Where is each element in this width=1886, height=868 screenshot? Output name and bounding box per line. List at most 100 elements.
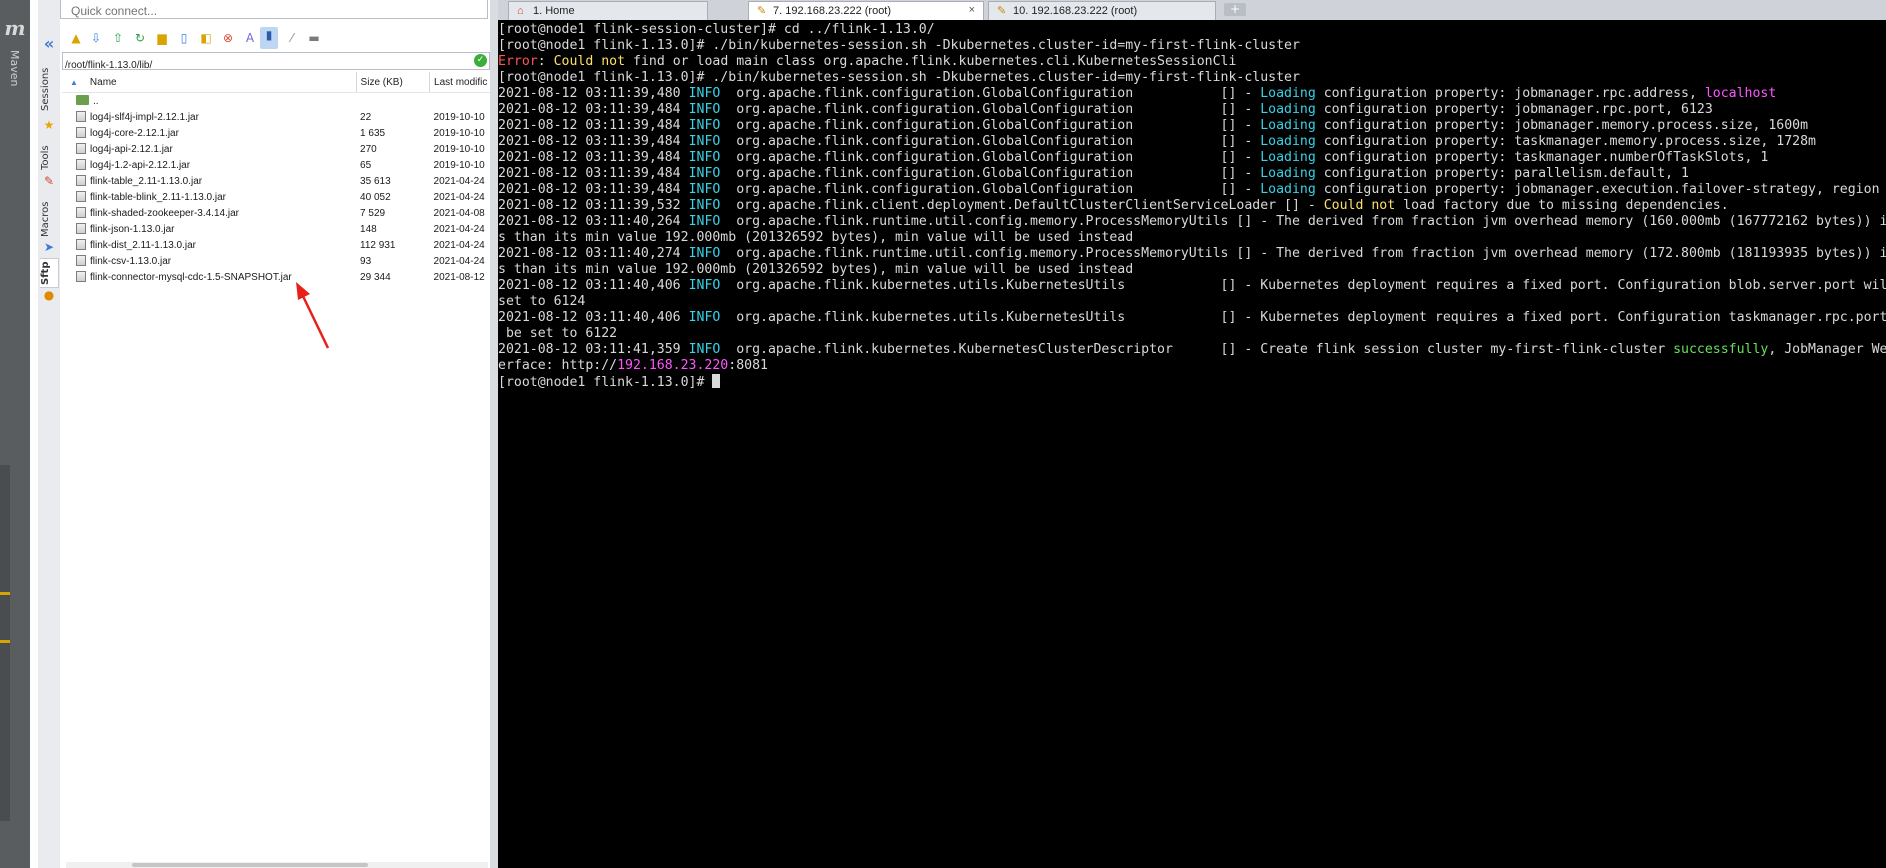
terminal-line: 2021-08-12 03:11:39,484 INFO org.apache.… xyxy=(498,134,1816,149)
file-size-cell: 22 xyxy=(360,111,372,123)
jar-file-icon xyxy=(76,207,86,218)
path-input[interactable] xyxy=(63,58,445,73)
file-row[interactable]: log4j-1.2-api-2.12.1.jar 65 2019-10-10 xyxy=(62,157,490,173)
panel-splitter[interactable] xyxy=(490,0,498,868)
file-name-cell: flink-shaded-zookeeper-3.4.14.jar xyxy=(62,205,356,221)
new-tab-button[interactable]: + xyxy=(1224,3,1246,16)
horizontal-scrollbar[interactable] xyxy=(66,862,488,868)
tab-sessions[interactable]: Sessions xyxy=(40,64,58,114)
new-folder-icon[interactable]: ▆ xyxy=(154,30,170,46)
maven-tool-window-label[interactable]: Maven xyxy=(8,50,21,86)
terminal-text-segment: 2021-08-12 03:11:39,532 xyxy=(498,198,689,213)
tab-session-10[interactable]: ✎ 10. 192.168.23.222 (root) xyxy=(988,1,1216,20)
terminal-text-segment: INFO xyxy=(688,278,721,293)
parent-folder-icon xyxy=(76,95,89,105)
tab-sftp[interactable]: Sftp xyxy=(40,258,59,288)
terminal-text-segment: [root@node1 flink-session-cluster]# cd .… xyxy=(498,22,935,37)
file-row[interactable]: log4j-core-2.12.1.jar 1 635 2019-10-10 xyxy=(62,125,490,141)
terminal-text-segment: configuration property: taskmanager.memo… xyxy=(1315,134,1816,149)
file-modified-cell: 2019-10-10 xyxy=(433,159,485,171)
terminal-text-segment: org.apache.flink.configuration.GlobalCon… xyxy=(720,118,1261,133)
upload-folder-icon[interactable]: ▲ xyxy=(68,30,84,46)
star-icon[interactable]: ★ xyxy=(42,118,56,132)
file-list: ▲ Name Size (KB) Last modific .. log4j-sl… xyxy=(62,72,490,285)
terminal-text-segment: 2021-08-12 03:11:40,264 xyxy=(498,214,689,229)
terminal-text-segment: configuration property: taskmanager.numb… xyxy=(1315,150,1769,165)
terminal-text-segment: s than its min value 192.000mb (20132659… xyxy=(498,230,1134,245)
file-size-cell: 93 xyxy=(360,255,372,267)
delete-icon[interactable]: ⊗ xyxy=(220,30,236,46)
file-name-cell: flink-json-1.13.0.jar xyxy=(62,221,356,237)
terminal-text-segment: 2021-08-12 03:11:39,484 xyxy=(498,134,689,149)
file-name-cell: log4j-1.2-api-2.12.1.jar xyxy=(62,157,356,173)
file-row[interactable]: flink-csv-1.13.0.jar 93 2021-04-24 xyxy=(62,253,490,269)
terminal-line: erface: http://192.168.23.220:8081 xyxy=(498,358,768,373)
ide-strip-marker xyxy=(0,592,10,595)
terminal-text-segment: org.apache.flink.kubernetes.KubernetesCl… xyxy=(720,342,1674,357)
download-icon[interactable]: ⇩ xyxy=(88,30,104,46)
terminal-text-segment: org.apache.flink.kubernetes.utils.Kubern… xyxy=(720,310,1886,325)
file-row[interactable]: flink-dist_2.11-1.13.0.jar 112 931 2021-… xyxy=(62,237,490,253)
terminal-text-segment: be set to 6122 xyxy=(498,326,618,341)
tab-home[interactable]: ⌂ 1. Home xyxy=(508,1,708,20)
close-tab-icon[interactable]: × xyxy=(969,4,975,16)
column-header-size[interactable]: Size (KB) xyxy=(356,72,431,93)
file-modified-cell: 2021-04-24 xyxy=(433,175,485,187)
settings-icon[interactable]: ▬ xyxy=(306,30,322,46)
terminal-text-segment: INFO xyxy=(688,198,721,213)
terminal-line: s than its min value 192.000mb (20132659… xyxy=(498,230,1133,245)
terminal-text-segment: org.apache.flink.configuration.GlobalCon… xyxy=(720,182,1261,197)
sort-ascending-icon: ▲ xyxy=(70,77,78,87)
file-row[interactable]: log4j-slf4j-impl-2.12.1.jar 22 2019-10-1… xyxy=(62,109,490,125)
sftp-icon[interactable]: ● xyxy=(42,288,56,302)
terminal-text-segment: successfully xyxy=(1673,342,1769,357)
terminal-text-segment: Error xyxy=(498,54,538,69)
upload-icon[interactable]: ⇧ xyxy=(110,30,126,46)
macros-icon[interactable]: ➤ xyxy=(42,240,56,254)
terminal-text-segment: [root@node1 flink-1.13.0]# ./bin/kuberne… xyxy=(498,38,1300,53)
terminal-line: 2021-08-12 03:11:40,264 INFO org.apache.… xyxy=(498,214,1886,229)
jar-file-icon xyxy=(76,127,86,138)
file-modified-cell: 2021-04-24 xyxy=(433,239,485,251)
file-size-cell: 7 529 xyxy=(360,207,386,219)
terminal-line: [root@node1 flink-1.13.0]# ./bin/kuberne… xyxy=(498,70,1300,85)
file-size-cell xyxy=(356,93,430,110)
permissions-icon[interactable]: ⁄ xyxy=(284,30,300,46)
terminal-line: 2021-08-12 03:11:39,484 INFO org.apache.… xyxy=(498,182,1880,197)
red-arrow-annotation xyxy=(296,282,330,349)
new-file-icon[interactable]: ▯ xyxy=(176,30,192,46)
terminal-text-segment: INFO xyxy=(688,166,721,181)
terminal-text-segment: 192.168.23.220 xyxy=(617,358,729,373)
tab-tools[interactable]: Tools xyxy=(40,142,58,174)
follow-terminal-icon[interactable]: ▮ xyxy=(260,27,278,49)
maven-logo-icon[interactable]: m xyxy=(0,16,30,40)
file-row-mysql-cdc[interactable]: flink-connector-mysql-cdc-1.5-SNAPSHOT.j… xyxy=(62,269,490,285)
refresh-icon[interactable]: ↻ xyxy=(132,30,148,46)
file-row-parent[interactable]: .. xyxy=(62,93,490,110)
file-row[interactable]: flink-json-1.13.0.jar 148 2021-04-24 xyxy=(62,221,490,237)
rename-icon[interactable]: A xyxy=(242,30,258,46)
tab-session-7[interactable]: ✎ 7. 192.168.23.222 (root) × xyxy=(748,1,984,20)
file-row[interactable]: flink-shaded-zookeeper-3.4.14.jar 7 529 … xyxy=(62,205,490,221)
path-ok-icon[interactable]: ✓ xyxy=(474,54,487,67)
file-row[interactable]: flink-table-blink_2.11-1.13.0.jar 40 052… xyxy=(62,189,490,205)
column-header-name[interactable]: ▲ Name xyxy=(62,72,357,93)
file-row[interactable]: log4j-api-2.12.1.jar 270 2019-10-10 xyxy=(62,141,490,157)
scrollbar-thumb[interactable] xyxy=(132,863,368,867)
jar-file-icon xyxy=(76,111,86,122)
tab-macros[interactable]: Macros xyxy=(40,198,58,240)
quick-connect-input[interactable] xyxy=(61,3,481,19)
terminal-text-segment: 2021-08-12 03:11:39,480 xyxy=(498,86,689,101)
terminal-text-segment: org.apache.flink.configuration.GlobalCon… xyxy=(720,102,1261,117)
collapse-sidebar-icon[interactable]: « xyxy=(40,36,58,52)
terminal-text-segment: , JobManager Web Int xyxy=(1768,342,1886,357)
terminal-line: 2021-08-12 03:11:39,484 INFO org.apache.… xyxy=(498,102,1713,117)
column-header-modified[interactable]: Last modific xyxy=(429,72,490,93)
open-folder-icon[interactable]: ◧ xyxy=(198,30,214,46)
terminal[interactable]: [root@node1 flink-session-cluster]# cd .… xyxy=(498,20,1886,868)
tools-icon[interactable]: ✎ xyxy=(42,174,56,188)
file-row[interactable]: flink-table_2.11-1.13.0.jar 35 613 2021-… xyxy=(62,173,490,189)
file-name-cell: log4j-api-2.12.1.jar xyxy=(62,141,356,157)
jar-file-icon xyxy=(76,255,86,266)
terminal-text-segment: 2021-08-12 03:11:39,484 xyxy=(498,166,689,181)
